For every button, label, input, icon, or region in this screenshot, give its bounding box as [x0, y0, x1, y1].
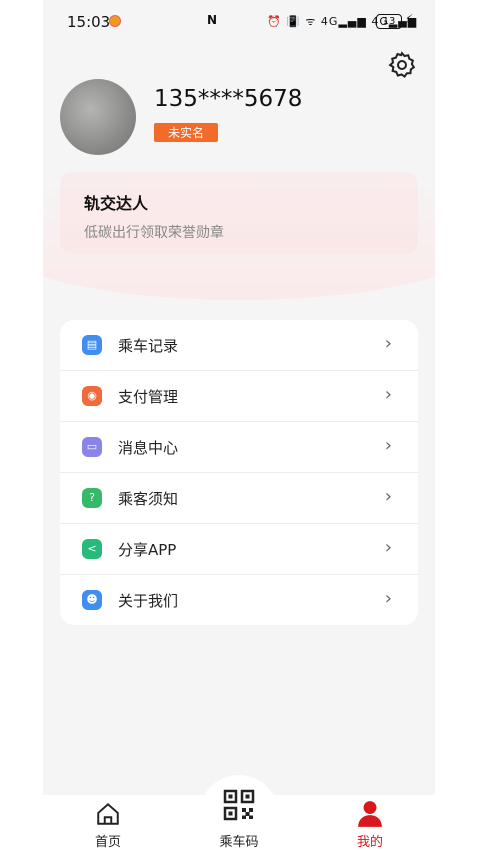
- app-screen: 15:03 N ⏰ 📳 ᯤ 4G▂▄▆ 4G▂▄▆ 13 ⚡ 135****56…: [43, 0, 435, 850]
- tab-ride-code[interactable]: 乘车码: [199, 789, 279, 850]
- tab-home[interactable]: 首页: [68, 795, 148, 850]
- menu-item-label: 支付管理: [118, 388, 179, 406]
- tab-ride-code-label: 乘车码: [219, 835, 259, 850]
- share-icon: <: [82, 539, 102, 559]
- achievement-card[interactable]: 轨交达人 低碳出行领取荣誉勋章: [60, 172, 418, 254]
- menu-item-label: 消息中心: [118, 439, 179, 457]
- chevron-right-icon: ›: [384, 486, 392, 507]
- menu-item-label: 乘客须知: [118, 490, 179, 508]
- chevron-right-icon: ›: [384, 333, 392, 354]
- menu-item-label: 关于我们: [118, 592, 179, 610]
- chevron-right-icon: ›: [384, 537, 392, 558]
- tab-home-label: 首页: [94, 835, 121, 850]
- menu-item-messages[interactable]: ▭ 消息中心 ›: [60, 422, 418, 473]
- avatar[interactable]: [60, 79, 136, 155]
- chevron-right-icon: ›: [384, 588, 392, 609]
- chevron-right-icon: ›: [384, 435, 392, 456]
- payment-icon: ◉: [82, 386, 102, 406]
- charging-icon: ⚡: [405, 12, 414, 26]
- about-icon: ☻: [82, 590, 102, 610]
- tab-mine-label: 我的: [356, 835, 383, 850]
- menu-item-about-us[interactable]: ☻ 关于我们 ›: [60, 575, 418, 626]
- verification-status-badge[interactable]: 未实名: [154, 123, 219, 142]
- home-icon: [97, 802, 119, 825]
- notice-icon: ?: [82, 488, 102, 508]
- menu-item-share-app[interactable]: < 分享APP ›: [60, 524, 418, 575]
- menu-item-ride-record[interactable]: ▤ 乘车记录 ›: [60, 320, 418, 371]
- ride-record-icon: ▤: [82, 335, 102, 355]
- menu-item-payment[interactable]: ◉ 支付管理 ›: [60, 371, 418, 422]
- status-time: 15:03: [67, 13, 111, 31]
- achievement-subtitle: 低碳出行领取荣誉勋章: [84, 225, 224, 241]
- menu-list: ▤ 乘车记录 › ◉ 支付管理 › ▭ 消息中心 › ? 乘客须知 › < 分享…: [60, 320, 418, 625]
- message-icon: ▭: [82, 437, 102, 457]
- tab-mine[interactable]: 我的: [330, 795, 410, 850]
- user-icon: [358, 801, 382, 827]
- achievement-title: 轨交达人: [84, 194, 149, 213]
- weibo-icon: [109, 15, 121, 27]
- chevron-right-icon: ›: [384, 384, 392, 405]
- battery-icon: 13: [376, 14, 402, 29]
- menu-item-passenger-notice[interactable]: ? 乘客须知 ›: [60, 473, 418, 524]
- menu-item-label: 分享APP: [118, 541, 177, 559]
- status-bar: 15:03 N ⏰ 📳 ᯤ 4G▂▄▆ 4G▂▄▆ 13 ⚡: [43, 0, 435, 44]
- qr-code-icon: [223, 789, 255, 821]
- user-phone-number: 135****5678: [154, 86, 303, 112]
- nfc-icon: N: [207, 13, 218, 27]
- settings-gear-icon[interactable]: [387, 50, 417, 80]
- menu-item-label: 乘车记录: [118, 337, 179, 355]
